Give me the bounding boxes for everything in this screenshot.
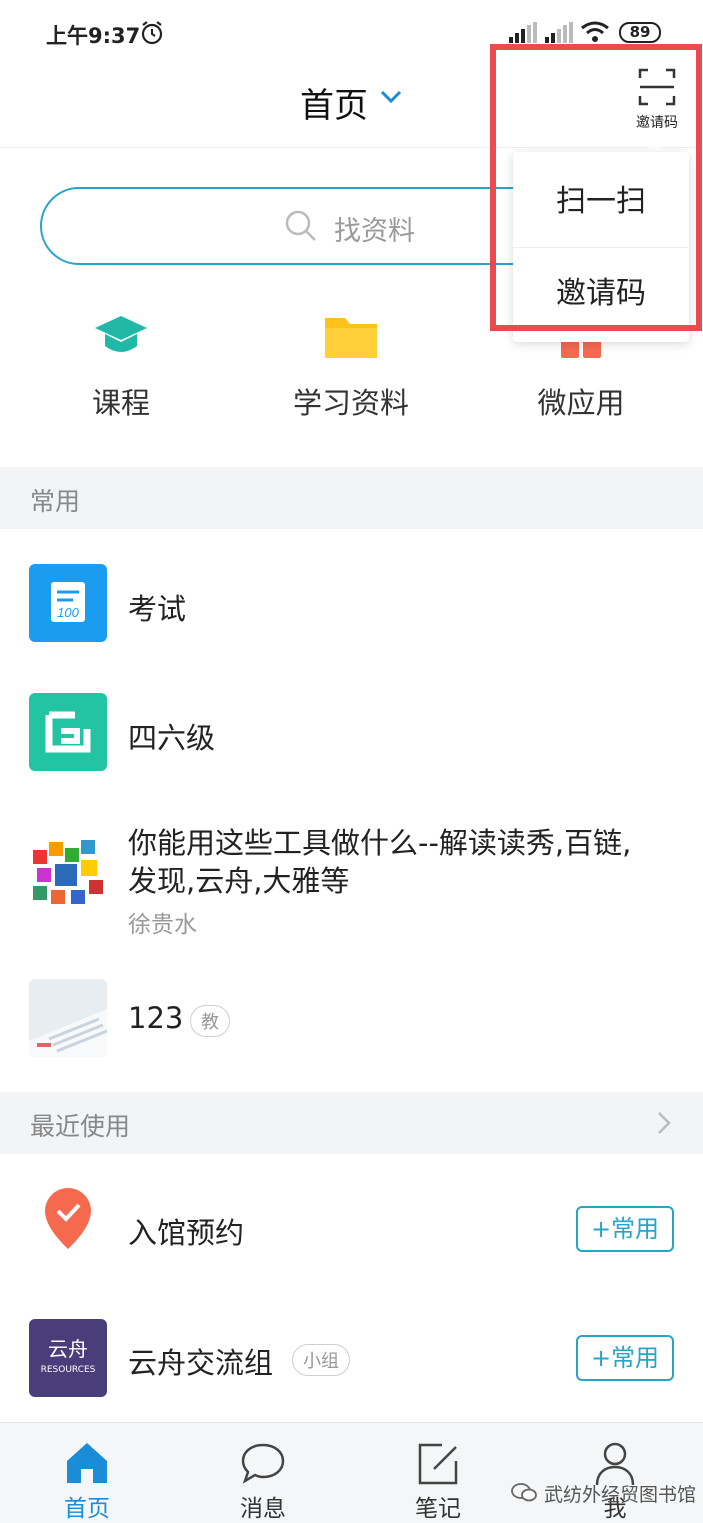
exam-icon: 100 <box>29 564 107 642</box>
status-time: 上午9:37 <box>46 24 141 48</box>
tab-label: 首页 <box>64 1496 110 1522</box>
bottom-tab-bar: 首页 消息 笔记 我 <box>0 1422 703 1523</box>
tab-messages[interactable]: 消息 <box>218 1439 308 1523</box>
list-item-title-line1: 你能用这些工具做什么--解读读秀,百链, <box>128 826 632 860</box>
tab-label: 笔记 <box>415 1496 461 1522</box>
chevron-right-icon <box>658 1112 671 1134</box>
search-icon <box>285 210 316 241</box>
list-item-title: 123 <box>128 1001 184 1035</box>
add-to-common-button[interactable]: +常用 <box>576 1335 674 1381</box>
yunzhou-logo-text: 云舟 <box>48 1337 88 1361</box>
section-title: 常用 <box>30 487 81 516</box>
section-header-common: 常用 <box>0 467 703 529</box>
list-item-title: 云舟交流组 <box>128 1346 274 1380</box>
search-placeholder: 找资料 <box>334 216 415 247</box>
home-icon <box>67 1443 107 1483</box>
tab-notes[interactable]: 笔记 <box>393 1439 483 1523</box>
section-title: 最近使用 <box>30 1112 131 1141</box>
chat-bubble-icon <box>241 1443 285 1484</box>
note-edit-icon <box>418 1443 458 1485</box>
list-item-author: 徐贵水 <box>128 912 197 938</box>
quick-entry-label: 课程 <box>91 386 150 420</box>
cet-icon <box>29 693 107 771</box>
list-item-yunzhou-group[interactable]: 云舟 RESOURCES 云舟交流组 小组 +常用 <box>0 1285 703 1420</box>
svg-text:100: 100 <box>57 605 79 620</box>
list-item-title-line2: 发现,云舟,大雅等 <box>128 864 350 898</box>
list-item-title: 入馆预约 <box>128 1216 245 1250</box>
battery-indicator: 89 <box>619 22 661 43</box>
page-title[interactable]: 首页 <box>300 78 368 127</box>
signal-icon-2 <box>545 22 573 43</box>
list-item-title: 四六级 <box>128 721 216 755</box>
quick-entry-label: 微应用 <box>537 386 625 420</box>
group-tag: 小组 <box>292 1344 350 1376</box>
teacher-tag: 教 <box>190 1005 230 1037</box>
yunzhou-logo-sub: RESOURCES <box>40 1365 96 1375</box>
list-item-123[interactable]: 123 教 <box>0 960 703 1090</box>
list-item-library-reservation[interactable]: 入馆预约 +常用 <box>0 1155 703 1285</box>
chevron-down-icon[interactable] <box>380 90 402 104</box>
quick-entry-courses[interactable]: 课程 <box>21 312 221 422</box>
section-header-recent[interactable]: 最近使用 <box>0 1092 703 1154</box>
wechat-watermark-icon <box>511 1483 537 1502</box>
list-item-cet[interactable]: 四六级 <box>0 660 703 790</box>
alarm-icon <box>141 21 163 45</box>
wifi-icon <box>581 21 609 42</box>
tab-label: 消息 <box>240 1496 286 1522</box>
yunzhou-logo: 云舟 RESOURCES <box>29 1319 107 1397</box>
signal-icon <box>509 22 537 43</box>
graduation-cap-icon <box>95 316 147 352</box>
add-to-common-button[interactable]: +常用 <box>576 1206 674 1252</box>
tab-home[interactable]: 首页 <box>42 1439 132 1523</box>
folder-icon <box>325 318 377 358</box>
quick-entry-label: 学习资料 <box>292 386 409 420</box>
watermark-text: 武纺外经贸图书馆 <box>544 1484 697 1506</box>
quick-entry-materials[interactable]: 学习资料 <box>251 312 451 422</box>
list-item-exam[interactable]: 100 考试 <box>0 530 703 660</box>
keyboard-photo-thumbnail <box>29 979 107 1057</box>
list-item-title: 考试 <box>128 592 187 626</box>
highlight-annotation-box <box>490 44 702 331</box>
location-check-icon <box>45 1188 91 1249</box>
list-item-tools-course[interactable]: 你能用这些工具做什么--解读读秀,百链, 发现,云舟,大雅等 徐贵水 <box>0 790 703 960</box>
colorful-cubes-thumbnail <box>29 834 107 912</box>
